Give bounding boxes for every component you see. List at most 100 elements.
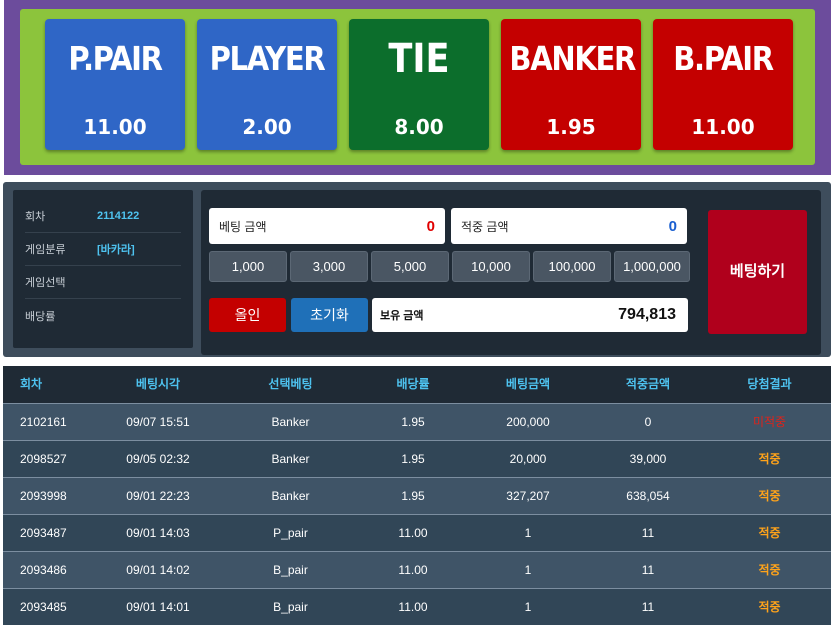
bet-option-player[interactable]: PLAYER 2.00 xyxy=(197,19,337,150)
cell-result: 적중 xyxy=(758,526,781,540)
balance-field: 보유 금액 794,813 xyxy=(372,298,688,332)
cell-odds: 11.00 xyxy=(398,600,428,614)
cell-selection: B_pair xyxy=(273,563,308,577)
chip-button-1000[interactable]: 1,000 xyxy=(209,251,287,282)
bet-option-b-pair[interactable]: B.PAIR 11.00 xyxy=(653,19,793,150)
cell-win-amount: 0 xyxy=(644,415,652,429)
chip-button-100000[interactable]: 100,000 xyxy=(533,251,611,282)
header-selection: 선택베팅 xyxy=(268,377,313,391)
place-bet-button[interactable]: 베팅하기 xyxy=(708,210,807,334)
game-type-value: [바카라] xyxy=(97,244,135,256)
cell-round: 2093998 xyxy=(20,489,67,503)
round-value: 2114122 xyxy=(97,210,140,222)
chip-button-5000[interactable]: 5,000 xyxy=(371,251,449,282)
cell-selection: Banker xyxy=(271,452,310,466)
bet-option-name: BANKER xyxy=(509,39,636,78)
header-bet-time: 베팅시각 xyxy=(135,377,181,391)
win-amount-value: 0 xyxy=(668,217,677,235)
info-row-odds: 배당률 xyxy=(25,299,181,332)
cell-win-amount: 11 xyxy=(641,563,655,577)
cell-odds: 1.95 xyxy=(401,452,425,466)
cell-bet-amount: 1 xyxy=(524,526,532,540)
cell-round: 2093485 xyxy=(20,600,67,614)
table-row[interactable]: 2093998 09/01 22:23 Banker 1.95 327,207 … xyxy=(3,477,831,514)
cell-bet-time: 09/05 02:32 xyxy=(126,452,190,466)
round-label: 회차 xyxy=(25,211,46,223)
balance-value: 794,813 xyxy=(618,306,676,323)
info-row-game-select: 게임선택 xyxy=(25,266,181,299)
cell-result: 적중 xyxy=(758,489,781,503)
bet-option-tie[interactable]: TIE 8.00 xyxy=(349,19,489,150)
info-row-round: 회차 2114122 xyxy=(25,200,181,233)
cell-bet-time: 09/01 14:03 xyxy=(126,526,190,540)
win-amount-field: 적중 금액 0 xyxy=(451,208,687,244)
header-round: 회차 xyxy=(20,377,43,391)
bet-history-table: 회차 베팅시각 선택베팅 배당률 베팅금액 적중금액 당첨결과 2102161 … xyxy=(3,366,831,625)
cell-result: 미적중 xyxy=(752,415,787,429)
chip-button-10000[interactable]: 10,000 xyxy=(452,251,530,282)
cell-result: 적중 xyxy=(758,452,781,466)
bet-option-odds: 1.95 xyxy=(546,115,596,139)
cell-bet-time: 09/01 14:01 xyxy=(126,600,190,614)
all-in-button[interactable]: 올인 xyxy=(209,298,286,332)
bet-amount-label: 베팅 금액 xyxy=(219,219,267,234)
bet-option-name: PLAYER xyxy=(209,39,326,78)
cell-selection: B_pair xyxy=(273,600,308,614)
header-result: 당첨결과 xyxy=(747,377,792,391)
cell-round: 2093486 xyxy=(20,563,67,577)
cell-odds: 1.95 xyxy=(401,415,425,429)
cell-round: 2098527 xyxy=(20,452,67,466)
bet-form: 베팅 금액 0 적중 금액 0 1,000 3,000 5,000 10,000… xyxy=(201,190,821,355)
cell-selection: P_pair xyxy=(273,526,308,540)
bet-option-name: B.PAIR xyxy=(673,39,774,78)
cell-odds: 11.00 xyxy=(398,563,428,577)
bet-board-inner: P.PAIR 11.00 PLAYER 2.00 TIE 8.00 BANKER… xyxy=(20,9,815,165)
cell-round: 2093487 xyxy=(20,526,67,540)
cell-result: 적중 xyxy=(758,563,781,577)
cell-selection: Banker xyxy=(271,415,310,429)
cell-result: 적중 xyxy=(758,600,781,614)
bet-option-odds: 11.00 xyxy=(691,115,755,139)
table-row[interactable]: 2093487 09/01 14:03 P_pair 11.00 1 11 적중 xyxy=(3,514,831,551)
cell-win-amount: 11 xyxy=(641,526,655,540)
cell-bet-time: 09/01 14:02 xyxy=(126,563,190,577)
cell-odds: 11.00 xyxy=(398,526,428,540)
bet-option-banker[interactable]: BANKER 1.95 xyxy=(501,19,641,150)
cell-round: 2102161 xyxy=(20,415,67,429)
game-type-label: 게임분류 xyxy=(25,244,66,256)
bet-panel: 회차 2114122 게임분류 [바카라] 게임선택 배당률 베팅 금액 0 적… xyxy=(3,182,831,357)
bet-option-odds: 11.00 xyxy=(83,115,147,139)
odds-label: 배당률 xyxy=(25,310,56,323)
bet-option-name: TIE xyxy=(388,36,450,82)
bet-option-odds: 2.00 xyxy=(242,115,292,139)
cell-win-amount: 39,000 xyxy=(629,452,667,466)
cell-selection: Banker xyxy=(271,489,310,503)
reset-button[interactable]: 초기화 xyxy=(291,298,368,332)
bet-board: P.PAIR 11.00 PLAYER 2.00 TIE 8.00 BANKER… xyxy=(4,0,831,175)
chip-button-1000000[interactable]: 1,000,000 xyxy=(614,251,690,282)
cell-bet-amount: 1 xyxy=(524,563,532,577)
header-win-amount: 적중금액 xyxy=(625,377,671,391)
balance-label: 보유 금액 xyxy=(380,310,424,322)
table-header: 회차 베팅시각 선택베팅 배당률 베팅금액 적중금액 당첨결과 xyxy=(3,366,831,403)
cell-bet-time: 09/01 22:23 xyxy=(126,489,190,503)
bet-option-p-pair[interactable]: P.PAIR 11.00 xyxy=(45,19,185,150)
table-row[interactable]: 2102161 09/07 15:51 Banker 1.95 200,000 … xyxy=(3,403,831,440)
cell-bet-amount: 327,207 xyxy=(506,489,550,503)
table-row[interactable]: 2093485 09/01 14:01 B_pair 11.00 1 11 적중 xyxy=(3,588,831,625)
cell-bet-amount: 20,000 xyxy=(509,452,547,466)
bet-option-name: P.PAIR xyxy=(68,39,163,78)
table-row[interactable]: 2098527 09/05 02:32 Banker 1.95 20,000 3… xyxy=(3,440,831,477)
cell-bet-time: 09/07 15:51 xyxy=(126,415,190,429)
bet-amount-field[interactable]: 베팅 금액 0 xyxy=(209,208,445,244)
game-select-label: 게임선택 xyxy=(25,277,66,289)
round-info: 회차 2114122 게임분류 [바카라] 게임선택 배당률 xyxy=(13,190,193,348)
chip-button-3000[interactable]: 3,000 xyxy=(290,251,368,282)
win-amount-label: 적중 금액 xyxy=(461,219,509,234)
bet-amount-value: 0 xyxy=(426,217,435,235)
table-row[interactable]: 2093486 09/01 14:02 B_pair 11.00 1 11 적중 xyxy=(3,551,831,588)
header-odds: 배당률 xyxy=(396,377,430,391)
header-bet-amount: 베팅금액 xyxy=(505,377,551,391)
cell-win-amount: 638,054 xyxy=(626,489,670,503)
cell-odds: 1.95 xyxy=(401,489,425,503)
